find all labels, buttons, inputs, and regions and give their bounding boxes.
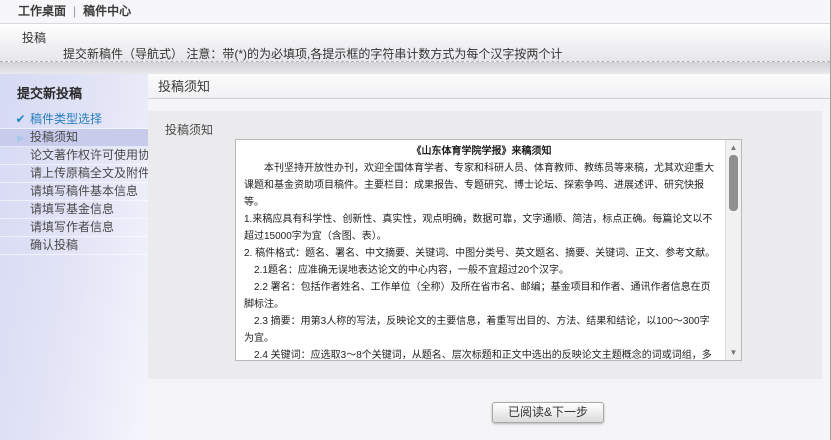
content-area: 提交新投稿 稿件类型选择 投稿须知 论文著作权许可使用协议: [0, 74, 830, 440]
step-label: 确认投稿: [30, 238, 78, 252]
step-label: 请填写稿件基本信息: [30, 184, 138, 198]
sidebar-step-5[interactable]: 请填写稿件基本信息: [0, 183, 148, 201]
step-label: 请填写作者信息: [30, 220, 114, 234]
breadcrumb: 工作桌面 | 稿件中心: [0, 0, 830, 24]
sidebar-step-7[interactable]: 请填写作者信息: [0, 219, 148, 237]
read-and-next-button[interactable]: 已阅读&下一步: [492, 402, 604, 423]
sidebar-steps: 稿件类型选择 投稿须知 论文著作权许可使用协议 请上传原稿全文及: [0, 111, 148, 255]
notice-form-panel: 投稿须知 《山东体育学院学报》来稿须知 本刊坚持开放性办刊，欢迎全国体育学者、专…: [148, 111, 822, 379]
step-state-icon: [13, 111, 28, 128]
sidebar-step-4[interactable]: 请上传原稿全文及附件: [0, 165, 148, 183]
app-window: 工作桌面 | 稿件中心 投稿 提交新稿件（导航式） 注意：带(*)的为必填项,各提示…: [0, 0, 831, 440]
step-label: 投稿须知: [30, 130, 78, 144]
notice-paragraph-2: 1.来稿应具有科学性、创新性、真实性，观点明确，数据可靠，文字通顺、简洁，标点正…: [244, 211, 719, 245]
sidebar-step-1[interactable]: 稿件类型选择: [0, 111, 148, 129]
sidebar-title: 提交新投稿: [0, 74, 148, 110]
step-label: 请上传原稿全文及附件: [30, 166, 150, 180]
notice-paragraph-6: 2.3 摘要：用第3人称的写法，反映论文的主要信息，着重写出目的、方法、结果和结…: [244, 313, 719, 347]
breadcrumb-item-manuscript-center[interactable]: 稿件中心: [83, 4, 131, 18]
step-label: 稿件类型选择: [30, 112, 102, 126]
step-state-icon: [13, 129, 28, 147]
notice-paragraph-3: 2. 稿件格式：题名、署名、中文摘要、关键词、中图分类号、英文题名、摘要、关键词…: [244, 245, 719, 262]
breadcrumb-item-work-desktop[interactable]: 工作桌面: [18, 4, 66, 18]
notice-paragraph-4: 2.1题名：应准确无误地表达论文的中心内容，一般不宜超过20个汉字。: [244, 262, 719, 279]
notice-title: 《山东体育学院学报》来稿须知: [244, 143, 719, 160]
sidebar-step-8[interactable]: 确认投稿: [0, 237, 148, 255]
step-label: 请填写基金信息: [30, 202, 114, 216]
subheader-title: 投稿: [22, 29, 46, 46]
main-panel: 投稿须知 投稿须知 《山东体育学院学报》来稿须知 本刊坚持开放性办刊，欢迎全国体…: [148, 74, 830, 440]
divider-band: [0, 62, 830, 74]
notice-paragraph-5: 2.2 署名：包括作者姓名、工作单位（全称）及所在省市名、邮编；基金项目和作者、…: [244, 279, 719, 313]
scroll-up-icon[interactable]: ▲: [726, 141, 741, 154]
notice-body: 《山东体育学院学报》来稿须知 本刊坚持开放性办刊，欢迎全国体育学者、专家和科研人…: [236, 140, 725, 360]
notice-textbox[interactable]: 《山东体育学院学报》来稿须知 本刊坚持开放性办刊，欢迎全国体育学者、专家和科研人…: [235, 139, 742, 361]
scrollbar-thumb[interactable]: [729, 155, 738, 211]
section-title: 投稿须知: [148, 74, 830, 99]
notice-paragraph-7: 2.4 关键词：应选取3～8个关键词，从题名、层次标题和正文中选出的反映论文主题…: [244, 347, 719, 360]
subheader: 投稿 提交新稿件（导航式） 注意：带(*)的为必填项,各提示框的字符串计数方式为…: [0, 24, 830, 62]
submission-note: 提交新稿件（导航式） 注意：带(*)的为必填项,各提示框的字符串计数方式为每个汉…: [63, 45, 562, 62]
notice-paragraph-1: 本刊坚持开放性办刊，欢迎全国体育学者、专家和科研人员、体育教师、教练员等来稿，尤…: [244, 160, 719, 211]
step-label: 论文著作权许可使用协议: [30, 148, 162, 162]
notice-scrollbar[interactable]: ▲ ▼: [725, 140, 741, 360]
scroll-down-icon[interactable]: ▼: [726, 346, 741, 359]
sidebar-step-6[interactable]: 请填写基金信息: [0, 201, 148, 219]
sidebar: 提交新投稿 稿件类型选择 投稿须知 论文著作权许可使用协议: [0, 74, 148, 440]
sidebar-step-3[interactable]: 论文著作权许可使用协议: [0, 147, 148, 165]
sidebar-step-2[interactable]: 投稿须知: [0, 129, 148, 147]
breadcrumb-separator: |: [73, 4, 76, 18]
notice-field-label: 投稿须知: [165, 121, 213, 138]
